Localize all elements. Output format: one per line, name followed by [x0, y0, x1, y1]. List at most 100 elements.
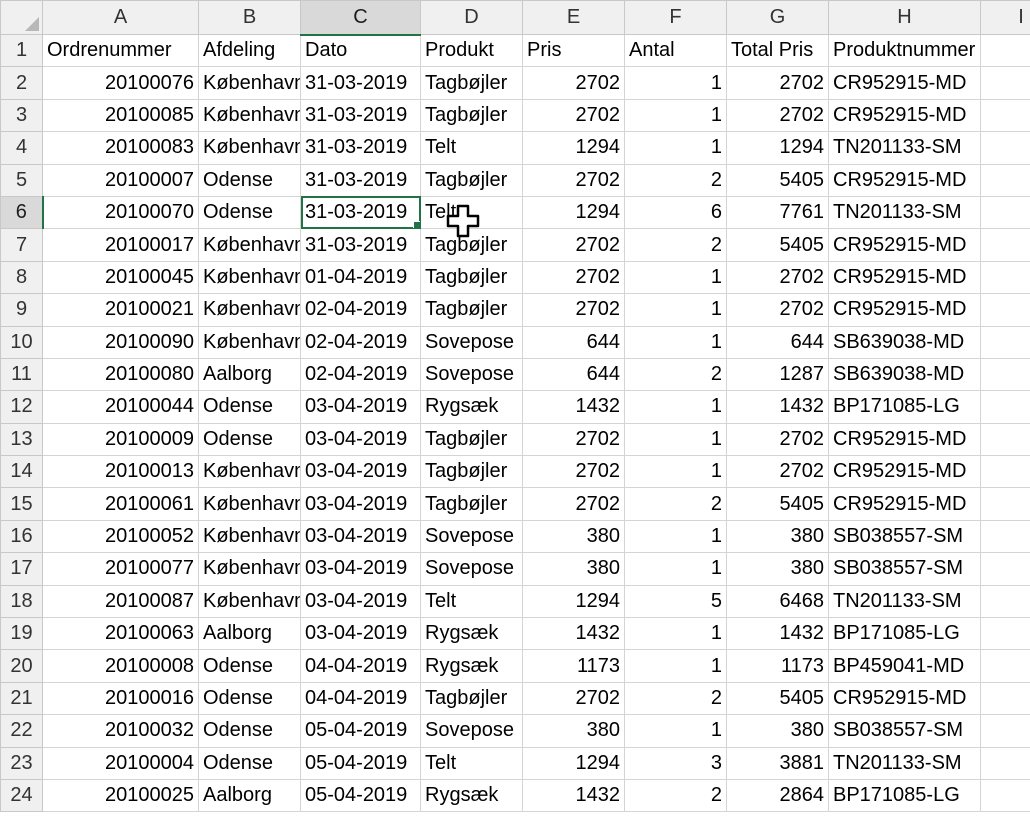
cell-a18[interactable]: 20100087	[42, 584, 199, 619]
cell-g14[interactable]: 2702	[726, 455, 829, 489]
cell-e10[interactable]: 644	[522, 325, 625, 359]
cell-g21[interactable]: 5405	[726, 681, 829, 716]
cell-g15[interactable]: 5405	[726, 487, 829, 521]
column-header-i[interactable]: I	[980, 0, 1030, 35]
cell-f13[interactable]: 1	[624, 422, 727, 457]
cell-e7[interactable]: 2702	[522, 228, 625, 262]
cell-c24[interactable]: 05-04-2019	[300, 778, 421, 813]
cell-b3[interactable]: København	[198, 98, 301, 133]
row-header[interactable]: 14	[0, 455, 43, 489]
cell-d6[interactable]: Telt	[420, 195, 523, 230]
cell-e24[interactable]: 1432	[522, 778, 625, 813]
cell-e18[interactable]: 1294	[522, 584, 625, 619]
cell-f19[interactable]: 1	[624, 617, 727, 651]
row-header[interactable]: 20	[0, 649, 43, 683]
cell-b2[interactable]: København	[198, 66, 301, 100]
cell-e23[interactable]: 1294	[522, 746, 625, 780]
column-header-f[interactable]: F	[624, 0, 727, 35]
cell-g24[interactable]: 2864	[726, 778, 829, 813]
cell-a13[interactable]: 20100009	[42, 422, 199, 457]
cell-c1[interactable]: Dato	[300, 33, 421, 68]
cell-e12[interactable]: 1432	[522, 390, 625, 424]
cell-i5[interactable]	[980, 163, 1030, 197]
cell-f17[interactable]: 1	[624, 552, 727, 586]
cell-d3[interactable]: Tagbøjler	[420, 98, 523, 133]
cell-i3[interactable]	[980, 98, 1030, 133]
row-header[interactable]: 21	[0, 681, 43, 716]
cell-g10[interactable]: 644	[726, 325, 829, 359]
cell-h7[interactable]: CR952915-MD	[828, 228, 981, 262]
cell-g7[interactable]: 5405	[726, 228, 829, 262]
cell-f14[interactable]: 1	[624, 455, 727, 489]
cell-a19[interactable]: 20100063	[42, 617, 199, 651]
cell-i1[interactable]	[980, 33, 1030, 68]
cell-c23[interactable]: 05-04-2019	[300, 746, 421, 780]
cell-h15[interactable]: CR952915-MD	[828, 487, 981, 521]
cell-i6[interactable]	[980, 195, 1030, 230]
cell-e3[interactable]: 2702	[522, 98, 625, 133]
cell-e19[interactable]: 1432	[522, 617, 625, 651]
cell-h3[interactable]: CR952915-MD	[828, 98, 981, 133]
row-header[interactable]: 2	[0, 66, 43, 100]
cell-d16[interactable]: Sovepose	[420, 519, 523, 554]
cell-b5[interactable]: Odense	[198, 163, 301, 197]
row-header[interactable]: 23	[0, 746, 43, 780]
cell-c11[interactable]: 02-04-2019	[300, 357, 421, 392]
cell-g13[interactable]: 2702	[726, 422, 829, 457]
cell-i20[interactable]	[980, 649, 1030, 683]
cell-i11[interactable]	[980, 357, 1030, 392]
cell-d12[interactable]: Rygsæk	[420, 390, 523, 424]
cell-c6[interactable]: 31-03-2019	[300, 195, 421, 230]
cell-f15[interactable]: 2	[624, 487, 727, 521]
cell-a1[interactable]: Ordrenummer	[42, 33, 199, 68]
cell-h22[interactable]: SB038557-SM	[828, 714, 981, 748]
column-header-h[interactable]: H	[828, 0, 981, 35]
cell-i12[interactable]	[980, 390, 1030, 424]
cell-d11[interactable]: Sovepose	[420, 357, 523, 392]
cell-e17[interactable]: 380	[522, 552, 625, 586]
spreadsheet-grid[interactable]: ABCDEFGHI 1 Ordrenummer Afdeling Dato Produk…	[0, 0, 1030, 813]
cell-g16[interactable]: 380	[726, 519, 829, 554]
cell-h13[interactable]: CR952915-MD	[828, 422, 981, 457]
cell-d13[interactable]: Tagbøjler	[420, 422, 523, 457]
cell-a16[interactable]: 20100052	[42, 519, 199, 554]
cell-c8[interactable]: 01-04-2019	[300, 260, 421, 295]
cell-c10[interactable]: 02-04-2019	[300, 325, 421, 359]
cell-b18[interactable]: København	[198, 584, 301, 619]
cell-f20[interactable]: 1	[624, 649, 727, 683]
cell-h16[interactable]: SB038557-SM	[828, 519, 981, 554]
row-header[interactable]: 5	[0, 163, 43, 197]
cell-f11[interactable]: 2	[624, 357, 727, 392]
cell-f22[interactable]: 1	[624, 714, 727, 748]
cell-d4[interactable]: Telt	[420, 131, 523, 165]
cell-h2[interactable]: CR952915-MD	[828, 66, 981, 100]
cell-d5[interactable]: Tagbøjler	[420, 163, 523, 197]
cell-h4[interactable]: TN201133-SM	[828, 131, 981, 165]
cell-e22[interactable]: 380	[522, 714, 625, 748]
cell-f10[interactable]: 1	[624, 325, 727, 359]
cell-c21[interactable]: 04-04-2019	[300, 681, 421, 716]
cell-g20[interactable]: 1173	[726, 649, 829, 683]
cell-b11[interactable]: Aalborg	[198, 357, 301, 392]
cell-f2[interactable]: 1	[624, 66, 727, 100]
cell-a20[interactable]: 20100008	[42, 649, 199, 683]
cell-g4[interactable]: 1294	[726, 131, 829, 165]
cell-a14[interactable]: 20100013	[42, 455, 199, 489]
cell-e15[interactable]: 2702	[522, 487, 625, 521]
cell-a11[interactable]: 20100080	[42, 357, 199, 392]
cell-h23[interactable]: TN201133-SM	[828, 746, 981, 780]
cell-a9[interactable]: 20100021	[42, 293, 199, 327]
cell-h21[interactable]: CR952915-MD	[828, 681, 981, 716]
cell-h11[interactable]: SB639038-MD	[828, 357, 981, 392]
cell-d19[interactable]: Rygsæk	[420, 617, 523, 651]
fill-handle[interactable]	[413, 221, 420, 228]
cell-g8[interactable]: 2702	[726, 260, 829, 295]
cell-g11[interactable]: 1287	[726, 357, 829, 392]
cell-i9[interactable]	[980, 293, 1030, 327]
row-header[interactable]: 12	[0, 390, 43, 424]
cell-g2[interactable]: 2702	[726, 66, 829, 100]
cell-i4[interactable]	[980, 131, 1030, 165]
cell-e11[interactable]: 644	[522, 357, 625, 392]
cell-i16[interactable]	[980, 519, 1030, 554]
cell-a6[interactable]: 20100070	[42, 195, 199, 230]
